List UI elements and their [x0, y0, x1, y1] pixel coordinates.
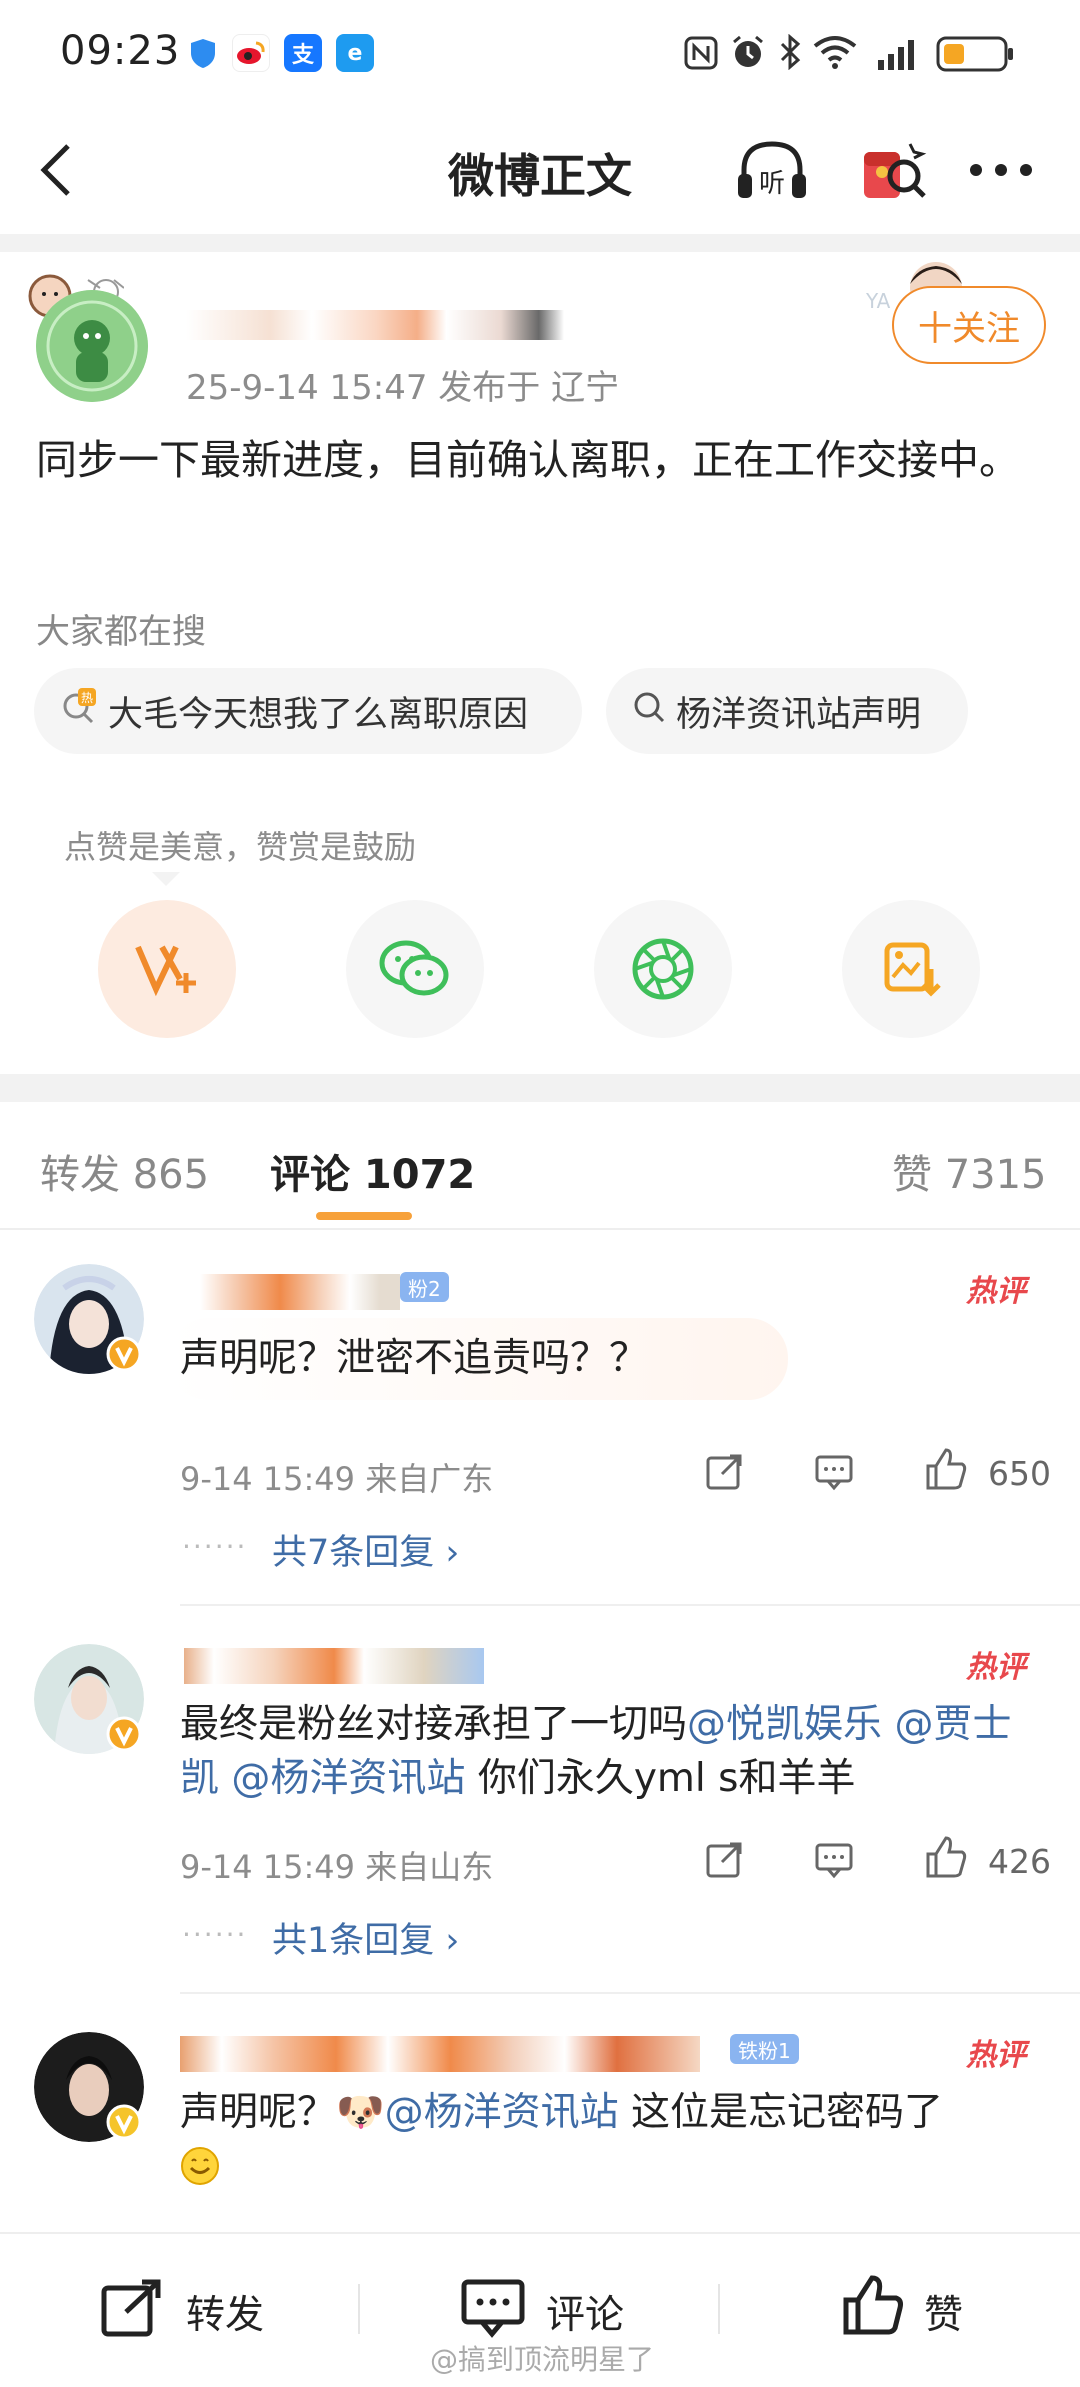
repost-icon[interactable]	[704, 1452, 744, 1496]
watermark: @搞到顶流明星了	[430, 2343, 655, 2376]
browser-app-icon: e	[336, 34, 374, 72]
mention-link[interactable]: @杨洋资讯站	[231, 1756, 465, 1801]
view-replies-link[interactable]: 共7条回复 ›	[272, 1524, 459, 1575]
more-icon[interactable]	[968, 160, 1034, 184]
comment-text-segment: 你们永久yml s和羊羊	[465, 1756, 856, 1801]
reply-icon[interactable]	[814, 1840, 854, 1884]
bottom-like-label[interactable]: 赞	[924, 2284, 963, 2340]
search-chip-2[interactable]: 杨洋资讯站声明	[606, 668, 968, 754]
author-name-redacted[interactable]	[186, 310, 606, 340]
signal-icon	[876, 38, 918, 74]
red-packet-icon[interactable]	[852, 132, 932, 216]
reward-tip: 点赞是美意，赞赏是鼓励	[64, 828, 417, 866]
comment-divider	[180, 1604, 1080, 1606]
bluetooth-icon	[778, 33, 802, 74]
like-icon[interactable]	[922, 1834, 968, 1884]
hot-comment-badge: 热评	[966, 2038, 1026, 2073]
tab-border	[0, 1228, 1080, 1230]
comment-meta: 9-14 15:49 来自广东	[180, 1460, 494, 1498]
battery-icon	[936, 34, 1016, 78]
comment-meta: 9-14 15:49 来自山东	[180, 1848, 494, 1886]
mention-link[interactable]: @杨洋资讯站	[385, 2090, 619, 2135]
bottom-separator	[718, 2284, 720, 2334]
repost-icon[interactable]	[704, 1840, 744, 1884]
svg-text:听: 听	[759, 169, 785, 199]
status-time: 09:23	[60, 28, 181, 74]
alarm-icon	[730, 34, 766, 74]
comment-text-segment: 这位是忘记密码了	[618, 2090, 943, 2135]
follow-button[interactable]: 十关注	[892, 286, 1046, 364]
weibo-app-icon	[232, 34, 270, 72]
tab-active-indicator	[316, 1212, 412, 1220]
verified-badge-icon	[106, 1716, 142, 1756]
reward-tip-pointer	[152, 872, 180, 886]
comment-divider	[180, 1992, 1080, 1994]
section-separator	[0, 1074, 1080, 1102]
fan-badge: 铁粉1	[730, 2034, 799, 2064]
search-chip-label: 杨洋资讯站声明	[676, 694, 922, 735]
commenter-name-redacted[interactable]	[180, 2036, 700, 2072]
nfc-icon	[684, 36, 718, 74]
replies-dots: ······	[182, 1918, 248, 1951]
comment-text: 声明呢？泄密不追责吗？？	[180, 1336, 649, 1381]
replies-dots: ······	[182, 1530, 248, 1563]
hot-search-icon: 热	[60, 687, 98, 735]
shield-icon	[184, 34, 222, 72]
like-icon[interactable]	[840, 2272, 906, 2342]
svg-text:热: 热	[81, 691, 93, 705]
wechat-share-button[interactable]	[346, 900, 484, 1038]
post-meta: 25-9-14 15:47 发布于 辽宁	[186, 368, 620, 408]
tab-comment[interactable]: 评论 1072	[270, 1142, 475, 1200]
reward-button[interactable]	[98, 900, 236, 1038]
listen-icon[interactable]: 听	[732, 132, 812, 216]
bottom-repost-label[interactable]: 转发	[186, 2284, 264, 2340]
search-chip-1[interactable]: 热 大毛今天想我了么离职原因	[34, 668, 582, 754]
wifi-icon	[810, 32, 860, 74]
fan-badge: 粉2	[400, 1272, 449, 1302]
commenter-name-redacted[interactable]	[184, 1648, 484, 1684]
comment-text: 声明呢？🐶@杨洋资讯站 这位是忘记密码了	[180, 2086, 1040, 2140]
reply-icon[interactable]	[814, 1452, 854, 1496]
like-count: 426	[988, 1842, 1051, 1881]
hot-comment-badge: 热评	[966, 1650, 1026, 1685]
smile-emoji-icon	[180, 2146, 220, 2190]
search-icon	[632, 690, 666, 733]
tab-repost[interactable]: 转发 865	[40, 1142, 209, 1200]
bottom-separator	[358, 2284, 360, 2334]
verified-badge-icon	[106, 1336, 142, 1376]
moments-share-button[interactable]	[594, 900, 732, 1038]
dog-emoji-icon: 🐶	[336, 2090, 385, 2135]
author-avatar[interactable]	[36, 290, 148, 402]
save-image-button[interactable]	[842, 900, 980, 1038]
comment-text-segment: 声明呢？	[180, 2090, 337, 2135]
view-replies-link[interactable]: 共1条回复 ›	[272, 1912, 459, 1963]
like-count: 650	[988, 1454, 1051, 1493]
svg-text:YA: YA	[866, 289, 891, 313]
alipay-icon: 支	[284, 34, 322, 72]
nav-separator	[0, 234, 1080, 252]
status-bar: 09:23 支 e	[0, 0, 1080, 110]
comment-icon[interactable]	[460, 2278, 526, 2342]
commenter-name-redacted[interactable]	[200, 1274, 400, 1310]
hot-comment-badge: 热评	[966, 1274, 1026, 1309]
bottom-comment-label[interactable]: 评论	[546, 2284, 624, 2340]
repost-icon[interactable]	[100, 2278, 166, 2342]
post-text: 同步一下最新进度，目前确认离职，正在工作交接中。	[36, 436, 1020, 484]
tab-like[interactable]: 赞 7315	[892, 1142, 1047, 1200]
like-icon[interactable]	[922, 1446, 968, 1496]
search-section-title: 大家都在搜	[36, 612, 206, 652]
comment-text: 最终是粉丝对接承担了一切吗@悦凯娱乐 @贾士凯 @杨洋资讯站 你们永久yml s…	[180, 1698, 1040, 1806]
comment-text-segment: 最终是粉丝对接承担了一切吗	[180, 1702, 688, 1747]
mention-link[interactable]: @悦凯娱乐	[687, 1702, 882, 1747]
search-chip-label: 大毛今天想我了么离职原因	[108, 694, 529, 735]
nav-bar: 微博正文 听	[0, 110, 1080, 234]
verified-badge-icon	[106, 2104, 142, 2144]
